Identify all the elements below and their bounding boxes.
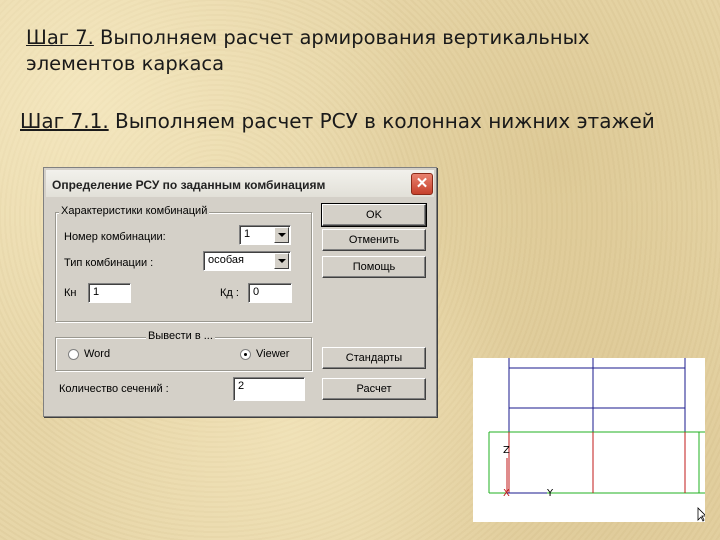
word-radio[interactable] [68, 349, 79, 360]
combo-type-select[interactable]: особая [203, 251, 291, 271]
step7-text: Выполняем расчет армирования вертикальны… [26, 26, 590, 75]
kd-input[interactable]: 0 [248, 283, 292, 303]
ok-button[interactable]: OK [321, 203, 427, 227]
combo-type-label: Тип комбинации : [64, 257, 154, 269]
column-lines [508, 432, 686, 493]
sections-count-input[interactable]: 2 [233, 377, 305, 401]
step7-heading: Шаг 7. Выполняем расчет армирования верт… [26, 25, 686, 77]
combo-type-value: особая [208, 254, 244, 266]
kn-input[interactable]: 1 [88, 283, 131, 303]
model-viewer-canvas: Z X Y [488, 358, 707, 522]
frame-lines [508, 358, 686, 432]
step71-heading: Шаг 7.1. Выполняем расчет РСУ в колоннах… [20, 108, 710, 134]
characteristics-group-label: Характеристики комбинаций [59, 205, 210, 217]
kn-label: Кн [64, 287, 77, 299]
step71-text: Выполняем расчет РСУ в колоннах нижних э… [108, 109, 655, 133]
rsu-dialog: Определение РСУ по заданным комбинациям … [43, 167, 437, 417]
viewer-radio-label[interactable]: Viewer [256, 348, 289, 360]
kd-label: Кд : [220, 287, 239, 299]
standards-button[interactable]: Стандарты [322, 347, 426, 369]
axis-y-label: Y [546, 488, 554, 499]
mouse-cursor-icon [697, 507, 707, 522]
axis-z-label: Z [503, 445, 510, 456]
viewer-radio[interactable] [240, 349, 251, 360]
help-button[interactable]: Помощь [322, 256, 426, 278]
combo-number-label: Номер комбинации: [64, 231, 166, 243]
sections-count-label: Количество сечений : [59, 383, 169, 395]
step71-label: Шаг 7.1. [20, 109, 109, 133]
word-radio-label[interactable]: Word [84, 348, 110, 360]
dialog-titlebar[interactable]: Определение РСУ по заданным комбинациям … [46, 170, 434, 197]
combo-number-value: 1 [244, 228, 251, 240]
model-viewer[interactable]: Z X Y [473, 358, 707, 522]
chevron-down-icon[interactable] [274, 227, 289, 243]
chevron-down-icon[interactable] [274, 253, 289, 269]
grid-lines [488, 431, 705, 494]
cancel-button[interactable]: Отменить [322, 229, 426, 251]
combo-number-select[interactable]: 1 [239, 225, 291, 245]
dialog-title: Определение РСУ по заданным комбинациям [52, 178, 326, 192]
axis-triad: Z X Y [503, 445, 554, 499]
step7-label: Шаг 7. [26, 26, 94, 49]
close-icon[interactable]: ✕ [411, 173, 433, 195]
calculate-button[interactable]: Расчет [322, 378, 426, 400]
output-group-label: Вывести в ... [146, 330, 215, 342]
axis-x-label: X [503, 488, 510, 499]
